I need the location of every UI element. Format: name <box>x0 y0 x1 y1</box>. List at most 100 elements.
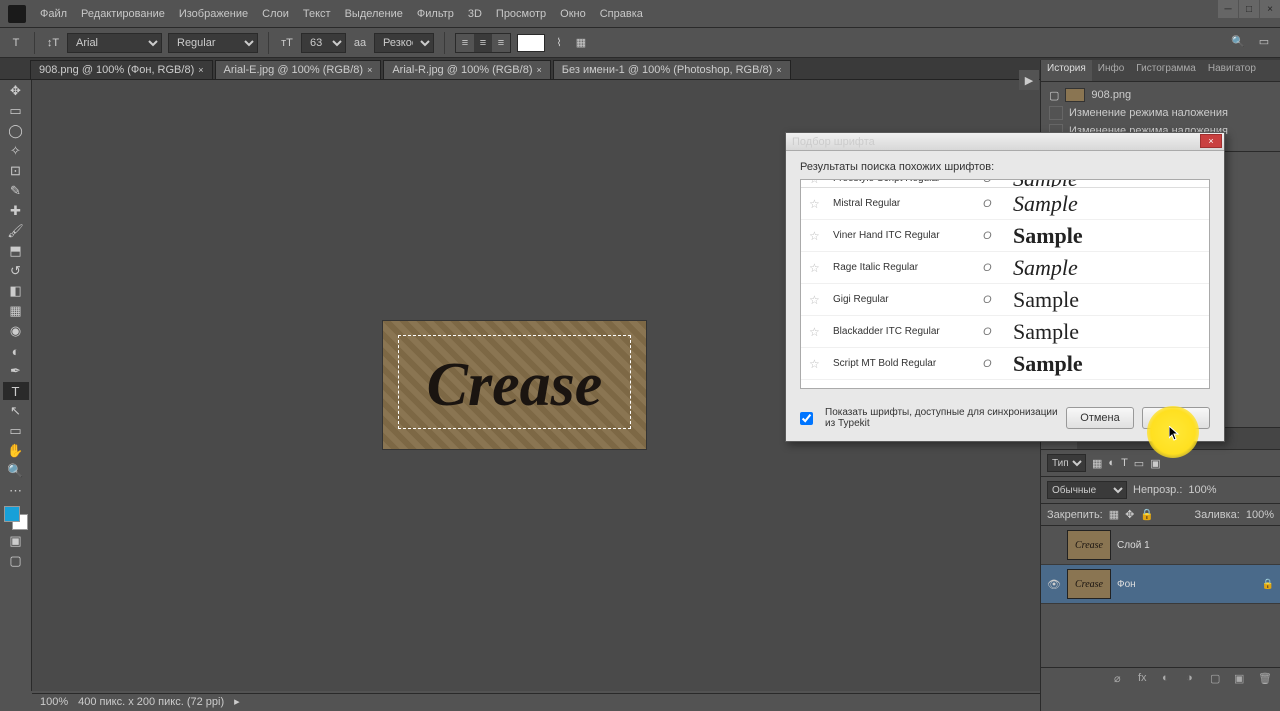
tab-info[interactable]: Инфо <box>1092 60 1131 81</box>
move-tool[interactable]: ✥ <box>3 82 29 100</box>
adjustment-icon[interactable]: ◑ <box>1186 672 1200 686</box>
history-snapshot[interactable]: ▢908.png <box>1045 86 1276 104</box>
doc-tab-2[interactable]: Arial-R.jpg @ 100% (RGB/8)× <box>383 60 550 79</box>
crop-tool[interactable]: ⊡ <box>3 162 29 180</box>
menu-view[interactable]: Просмотр <box>492 4 550 24</box>
edit-toolbar-button[interactable]: ⋯ <box>3 482 29 500</box>
font-weight-select[interactable]: Regular <box>168 33 258 53</box>
warp-text-icon[interactable]: ⌇ <box>551 35 567 51</box>
window-maximize-button[interactable]: □ <box>1239 0 1259 18</box>
mask-icon[interactable]: ◐ <box>1162 672 1176 686</box>
color-swatches[interactable] <box>4 506 28 530</box>
quickmask-button[interactable]: ▣ <box>3 532 29 550</box>
doc-tab-1[interactable]: Arial-E.jpg @ 100% (RGB/8)× <box>215 60 382 79</box>
text-orientation-icon[interactable]: ↕T <box>45 35 61 51</box>
filter-shape-icon[interactable]: ▭ <box>1134 457 1144 470</box>
delete-layer-icon[interactable]: 🗑 <box>1258 672 1272 686</box>
brush-tool[interactable]: 🖌 <box>3 222 29 240</box>
tab-histogram[interactable]: Гистограмма <box>1130 60 1202 81</box>
close-icon[interactable]: × <box>776 65 781 75</box>
workspace-icon[interactable]: ▭ <box>1256 33 1272 49</box>
favorite-icon[interactable]: ☆ <box>809 229 823 243</box>
hand-tool[interactable]: ✋ <box>3 442 29 460</box>
font-row[interactable]: ☆ Blackadder ITC Regular O Sample <box>801 316 1209 348</box>
doc-tab-0[interactable]: 908.png @ 100% (Фон, RGB/8)× <box>30 60 213 79</box>
lock-all-icon[interactable]: 🔒 <box>1140 508 1154 521</box>
lock-pixels-icon[interactable]: ▦ <box>1109 508 1119 521</box>
align-right-button[interactable]: ≡ <box>492 34 510 52</box>
menu-select[interactable]: Выделение <box>341 4 407 24</box>
tab-navigator[interactable]: Навигатор <box>1202 60 1262 81</box>
screenmode-button[interactable]: ▢ <box>3 552 29 570</box>
align-center-button[interactable]: ≡ <box>474 34 492 52</box>
dialog-close-button[interactable]: × <box>1200 134 1222 148</box>
new-layer-icon[interactable]: ▣ <box>1234 672 1248 686</box>
menu-3d[interactable]: 3D <box>464 4 486 24</box>
layer-row-1[interactable]: Crease Слой 1 <box>1041 526 1280 565</box>
close-icon[interactable]: × <box>367 65 372 75</box>
favorite-icon[interactable]: ☆ <box>809 325 823 339</box>
font-row[interactable]: ☆ Mistral Regular O Sample <box>801 188 1209 220</box>
dialog-titlebar[interactable]: Подбор шрифта × <box>786 133 1224 151</box>
text-color-swatch[interactable] <box>517 34 545 52</box>
tab-history[interactable]: История <box>1041 60 1092 81</box>
font-row[interactable]: ☆ Rage Italic Regular O Sample <box>801 252 1209 284</box>
wand-tool[interactable]: ✧ <box>3 142 29 160</box>
fx-icon[interactable]: fx <box>1138 672 1152 686</box>
typekit-checkbox[interactable] <box>800 412 813 425</box>
filter-image-icon[interactable]: ▦ <box>1092 457 1102 470</box>
fg-color-swatch[interactable] <box>4 506 20 522</box>
character-panel-icon[interactable]: ▦ <box>573 35 589 51</box>
link-layers-icon[interactable]: ⌀ <box>1114 672 1128 686</box>
font-row[interactable]: ☆ Viner Hand ITC Regular O Sample <box>801 220 1209 252</box>
menu-edit[interactable]: Редактирование <box>77 4 169 24</box>
blend-mode-select[interactable]: Обычные <box>1047 481 1127 499</box>
heal-tool[interactable]: ✚ <box>3 202 29 220</box>
close-icon[interactable]: × <box>536 65 541 75</box>
zoom-tool[interactable]: 🔍 <box>3 462 29 480</box>
favorite-icon[interactable]: ☆ <box>809 179 823 186</box>
font-row[interactable]: ☆ Script MT Bold Regular O Sample <box>801 348 1209 380</box>
text-tool[interactable]: T <box>3 382 29 400</box>
doc-tab-3[interactable]: Без имени-1 @ 100% (Photoshop, RGB/8)× <box>553 60 791 79</box>
lasso-tool[interactable]: ◯ <box>3 122 29 140</box>
play-icon[interactable]: ▶ <box>1019 70 1039 90</box>
window-minimize-button[interactable]: ─ <box>1218 0 1238 18</box>
filter-text-icon[interactable]: T <box>1121 457 1128 469</box>
menu-help[interactable]: Справка <box>596 4 647 24</box>
align-left-button[interactable]: ≡ <box>456 34 474 52</box>
eyedropper-tool[interactable]: ✎ <box>3 182 29 200</box>
layer-kind-select[interactable]: Тип <box>1047 454 1086 472</box>
pen-tool[interactable]: ✒ <box>3 362 29 380</box>
font-family-select[interactable]: Arial <box>67 33 162 53</box>
gradient-tool[interactable]: ▦ <box>3 302 29 320</box>
visibility-toggle[interactable]: 👁 <box>1047 578 1061 591</box>
fill-value[interactable]: 100% <box>1246 509 1274 521</box>
favorite-icon[interactable]: ☆ <box>809 261 823 275</box>
favorite-icon[interactable]: ☆ <box>809 197 823 211</box>
filter-smart-icon[interactable]: ▣ <box>1150 457 1160 470</box>
dodge-tool[interactable]: ◐ <box>3 342 29 360</box>
search-icon[interactable]: 🔍 <box>1230 33 1246 49</box>
font-row[interactable]: ☆ Gigi Regular O Sample <box>801 284 1209 316</box>
zoom-level[interactable]: 100% <box>40 696 68 708</box>
stamp-tool[interactable]: ⬒ <box>3 242 29 260</box>
menu-file[interactable]: Файл <box>36 4 71 24</box>
menu-image[interactable]: Изображение <box>175 4 252 24</box>
cancel-button[interactable]: Отмена <box>1066 407 1134 429</box>
font-size-select[interactable]: 63 пт <box>301 33 346 53</box>
eraser-tool[interactable]: ◧ <box>3 282 29 300</box>
group-icon[interactable]: ▢ <box>1210 672 1224 686</box>
opacity-value[interactable]: 100% <box>1188 484 1216 496</box>
font-row[interactable]: ☆ Freestyle Script Regular O Sample <box>801 179 1209 188</box>
blur-tool[interactable]: ◉ <box>3 322 29 340</box>
shape-tool[interactable]: ▭ <box>3 422 29 440</box>
menu-layer[interactable]: Слои <box>258 4 293 24</box>
font-results-list[interactable]: ☆ Freestyle Script Regular O Sample ☆ Mi… <box>800 179 1210 389</box>
ok-button[interactable]: OK <box>1142 407 1210 429</box>
history-step[interactable]: Изменение режима наложения <box>1045 104 1276 122</box>
path-tool[interactable]: ↖ <box>3 402 29 420</box>
menu-filter[interactable]: Фильтр <box>413 4 458 24</box>
layer-row-bg[interactable]: 👁 Crease Фон 🔒 <box>1041 565 1280 604</box>
lock-position-icon[interactable]: ✥ <box>1125 508 1134 521</box>
